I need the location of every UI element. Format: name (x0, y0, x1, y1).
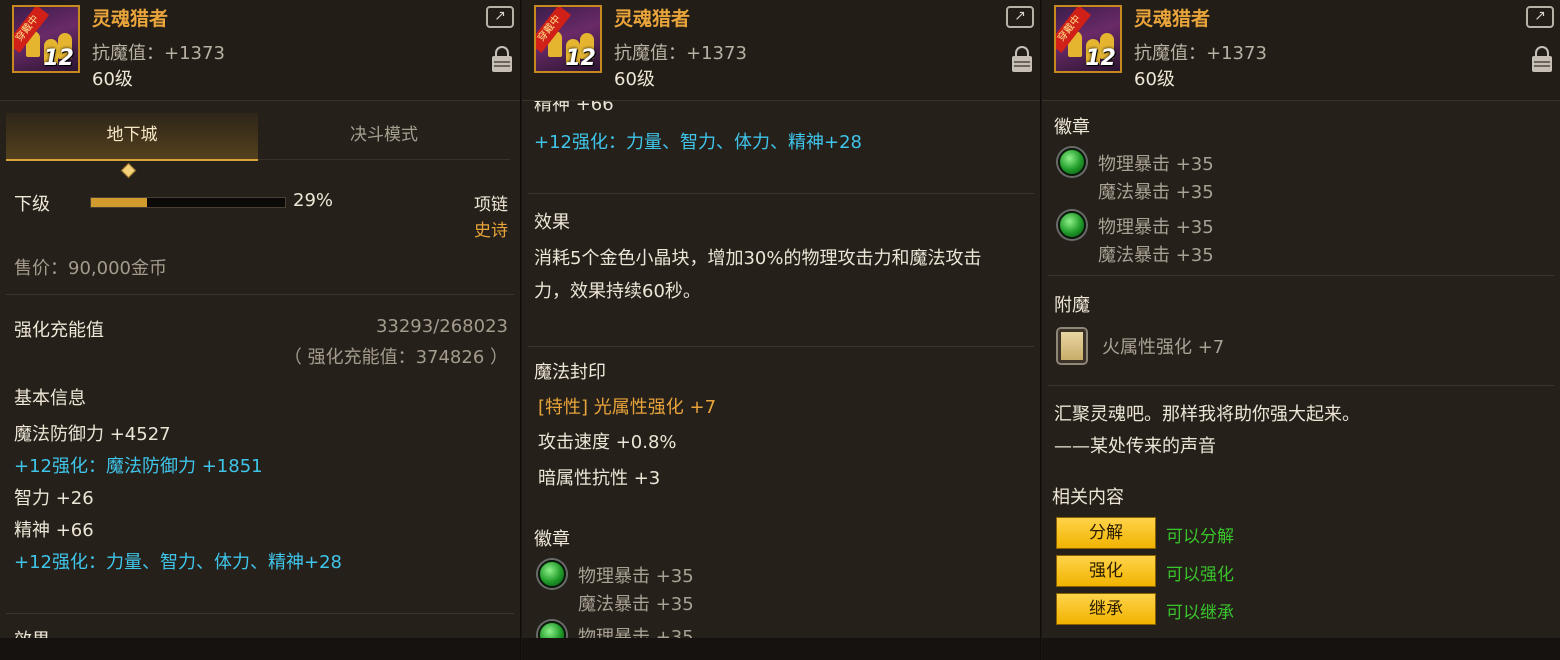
green-emblem-icon (1058, 211, 1086, 239)
stat-line: 智力 +26 (14, 488, 94, 509)
active-tab-marker-icon (120, 162, 137, 179)
enhance-charge-label: 强化充能值 (14, 320, 104, 341)
grade-progress-bar (90, 197, 286, 208)
green-emblem-icon (538, 560, 566, 588)
enhance-charge-value: 33293/268023 (375, 316, 508, 337)
item-header: 穿戴中 12 灵魂猎者 抗魔值：+1373 60级 ↗ (1042, 0, 1560, 101)
lock-icon[interactable] (1012, 46, 1032, 72)
grade-progress-fill (91, 198, 148, 207)
seal-line: [特性] 光属性强化 +7 (538, 397, 717, 418)
effect-text: 力，效果持续60秒。 (534, 281, 701, 302)
grade-label: 下级 (14, 194, 50, 215)
emblem-line: 物理暴击 +35 (578, 627, 694, 638)
flavor-text: 汇聚灵魂吧。那样我将助你强大起来。 (1054, 404, 1360, 425)
item-header: 穿戴中 12 灵魂猎者 抗魔值：+1373 60级 ↗ (522, 0, 1040, 101)
anti-magic-value: 抗魔值：+1373 (1134, 43, 1267, 64)
share-icon[interactable]: ↗ (1006, 6, 1034, 28)
item-tooltip-panel-2: 穿戴中 12 灵魂猎者 抗魔值：+1373 60级 ↗ 精神 +66 +12强化… (522, 0, 1041, 660)
anti-magic-value: 抗魔值：+1373 (92, 43, 225, 64)
green-emblem-icon (538, 621, 566, 638)
item-icon[interactable]: 穿戴中 12 (1054, 5, 1122, 73)
item-level: 60级 (614, 69, 655, 90)
tab-duel-mode[interactable]: 决斗模式 (258, 113, 510, 160)
divider (528, 346, 1034, 347)
item-tooltip-panel-1: 穿戴中 12 灵魂猎者 抗魔值：+1373 60级 ↗ 地下城 决斗模式 下级 … (0, 0, 521, 660)
item-name: 灵魂猎者 (92, 8, 169, 30)
magic-seal-title: 魔法封印 (534, 362, 606, 383)
effect-text: 消耗5个金色小晶块，增加30%的物理攻击力和魔法攻击 (534, 248, 982, 269)
item-name: 灵魂猎者 (614, 8, 691, 30)
seal-line: 攻击速度 +0.8% (538, 432, 677, 453)
enhance-status: 可以强化 (1166, 565, 1234, 585)
divider (1048, 385, 1554, 386)
item-slot: 项链 (474, 195, 508, 215)
effect-title: 效果 (14, 626, 50, 638)
enchant-value: 火属性强化 +7 (1102, 337, 1225, 358)
share-icon[interactable]: ↗ (1526, 6, 1554, 28)
stat-line: 精神 +66 (14, 520, 94, 541)
mode-tabs: 地下城 决斗模式 (6, 113, 510, 179)
sell-price: 售价：90,000金币 (14, 258, 167, 279)
related-title: 相关内容 (1052, 487, 1124, 508)
emblem-line: 物理暴击 +35 (578, 566, 694, 587)
emblem-title: 徽章 (534, 529, 570, 550)
enchant-card-icon (1058, 329, 1086, 363)
effect-title: 效果 (534, 212, 570, 233)
stat-line-enhance: +12强化：魔法防御力 +1851 (14, 456, 263, 477)
item-rarity: 史诗 (474, 221, 508, 241)
item-icon[interactable]: 穿戴中 12 (534, 5, 602, 73)
stat-line-enhance: +12强化：力量、智力、体力、精神+28 (14, 552, 342, 573)
item-level: 60级 (1134, 69, 1175, 90)
anti-magic-value: 抗魔值：+1373 (614, 43, 747, 64)
item-level: 60级 (92, 69, 133, 90)
item-icon[interactable]: 穿戴中 12 (12, 5, 80, 73)
divider (1048, 275, 1554, 276)
grade-percent: 29% (293, 190, 334, 211)
divider (6, 294, 514, 295)
inherit-button[interactable]: 继承 (1056, 593, 1156, 625)
bottom-strip (522, 638, 1040, 660)
enhance-button[interactable]: 强化 (1056, 555, 1156, 587)
share-icon[interactable]: ↗ (486, 6, 514, 28)
enchant-title: 附魔 (1054, 295, 1090, 316)
bottom-strip (1042, 638, 1560, 660)
flavor-source: ——某处传来的声音 (1054, 436, 1216, 457)
divider (528, 193, 1034, 194)
divider (6, 613, 514, 614)
item-header: 穿戴中 12 灵魂猎者 抗魔值：+1373 60级 ↗ (0, 0, 520, 101)
item-name: 灵魂猎者 (1134, 8, 1211, 30)
stat-line-partial: 精神 +66 (534, 101, 614, 115)
icon-enhance-level: 12 (1085, 46, 1116, 71)
bottom-strip (0, 638, 520, 660)
emblem-line: 魔法暴击 +35 (578, 594, 694, 615)
item-tooltip-panel-3: 穿戴中 12 灵魂猎者 抗魔值：+1373 60级 ↗ 徽章 物理暴击 +35 … (1042, 0, 1560, 660)
emblem-line: 物理暴击 +35 (1098, 154, 1214, 175)
enhance-charge-sub: （ 强化充能值：374826 ） (283, 347, 508, 368)
icon-enhance-level: 12 (565, 46, 596, 71)
emblem-line: 物理暴击 +35 (1098, 217, 1214, 238)
green-emblem-icon (1058, 148, 1086, 176)
stat-line-enhance: +12强化：力量、智力、体力、精神+28 (534, 132, 862, 153)
disassemble-status: 可以分解 (1166, 527, 1234, 547)
icon-enhance-level: 12 (43, 46, 74, 71)
lock-icon[interactable] (492, 46, 512, 72)
basic-info-title: 基本信息 (14, 388, 86, 409)
disassemble-button[interactable]: 分解 (1056, 517, 1156, 549)
emblem-line: 魔法暴击 +35 (1098, 182, 1214, 203)
stat-line: 魔法防御力 +4527 (14, 424, 171, 445)
inherit-status: 可以继承 (1166, 603, 1234, 623)
seal-line: 暗属性抗性 +3 (538, 468, 661, 489)
tab-dungeon[interactable]: 地下城 (6, 113, 258, 161)
emblem-title: 徽章 (1054, 117, 1090, 138)
lock-icon[interactable] (1532, 46, 1552, 72)
emblem-line: 魔法暴击 +35 (1098, 245, 1214, 266)
